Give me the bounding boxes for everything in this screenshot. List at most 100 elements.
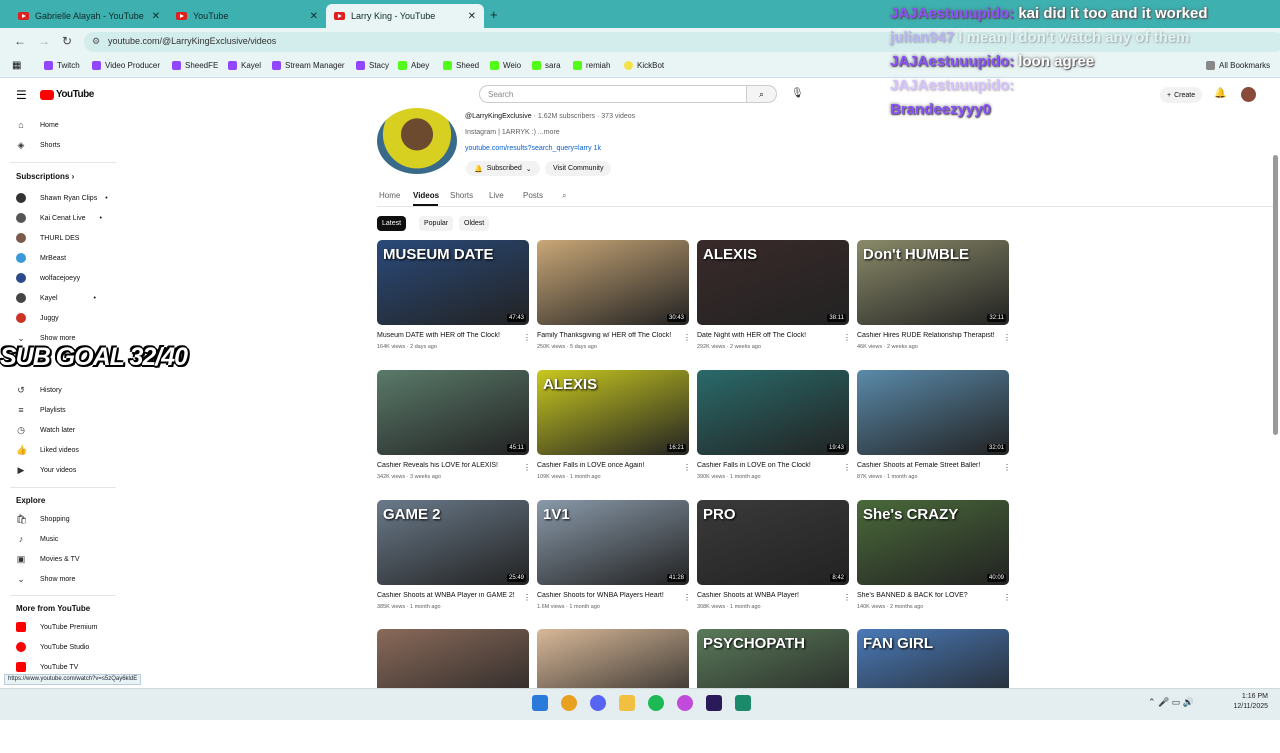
sidebar-item-sub[interactable]: wolfacejoeyy (16, 273, 80, 283)
more-options-icon[interactable]: ⋮ (843, 593, 851, 602)
start-icon[interactable] (532, 695, 548, 711)
video-card[interactable]: GAME 2 25:49 Cashier Shoots at WNBA Player… (377, 500, 531, 624)
chip-oldest[interactable]: Oldest (459, 216, 490, 231)
video-card[interactable]: Don't HUMBLE 32:11 Cashier Hires RUDE Rela… (857, 240, 1011, 364)
video-thumbnail[interactable]: She's CRAZY 40:09 (857, 500, 1009, 585)
sidebar-item-studio[interactable]: YouTube Studio (16, 642, 89, 652)
subscribed-button[interactable]: 🔔 Subscribed ⌄ (466, 161, 540, 176)
video-thumbnail[interactable]: 32:01 (857, 370, 1009, 455)
tab-larry-king[interactable]: Larry King - YouTube ✕ (326, 4, 484, 28)
sidebar-item-sub[interactable]: Kai Cenat Live • (16, 213, 102, 223)
visit-community-button[interactable]: Visit Community (545, 161, 612, 176)
video-title[interactable]: Date Night with HER off The Clock! (697, 332, 837, 339)
reload-icon[interactable]: ↻ (62, 34, 72, 48)
video-card[interactable]: PRO 8:42 Cashier Shoots at WNBA Player! 308… (697, 500, 851, 624)
bookmark-sara[interactable]: sara (532, 61, 561, 70)
url-text[interactable]: youtube.com/@LarryKingExclusive/videos (108, 36, 276, 46)
video-thumbnail[interactable]: MUSEUM DATE 47:43 (377, 240, 529, 325)
more-options-icon[interactable]: ⋮ (523, 593, 531, 602)
sidebar-item-sub[interactable]: Kayel • (16, 293, 96, 303)
system-tray-icons[interactable]: ⌃ 🎤 ▭ 🔊 (1148, 697, 1194, 708)
video-card[interactable]: 1V1 41:28 Cashier Shoots for WNBA Players … (537, 500, 691, 624)
more-options-icon[interactable]: ⋮ (683, 593, 691, 602)
video-thumbnail[interactable]: 1V1 41:28 (537, 500, 689, 585)
search-input[interactable]: Search (479, 85, 747, 103)
video-thumbnail[interactable]: GAME 2 25:49 (377, 500, 529, 585)
video-card[interactable]: She's CRAZY 40:09 She's BANNED & BACK for … (857, 500, 1011, 624)
bookmark-stacy[interactable]: Stacy (356, 61, 389, 70)
bookmark-twitch[interactable]: Twitch (44, 61, 80, 70)
more-options-icon[interactable]: ⋮ (523, 333, 531, 342)
sidebar-item-sub[interactable]: MrBeast (16, 253, 66, 263)
sidebar-item-sub[interactable]: Shawn Ryan Clips • (16, 193, 108, 203)
search-icon[interactable]: ⌕ (562, 191, 566, 201)
sidebar-item-sub[interactable]: Juggy (16, 313, 59, 323)
sidebar-item-playlists[interactable]: ≡ Playlists (16, 405, 65, 415)
video-title[interactable]: Cashier Falls in LOVE once Again! (537, 462, 677, 469)
close-icon[interactable]: ✕ (468, 11, 476, 22)
tab-home[interactable]: Home (379, 191, 400, 200)
bookmark-remiah[interactable]: remiah (573, 61, 610, 70)
site-info-icon[interactable]: ⚙ (92, 36, 100, 47)
tab-posts[interactable]: Posts (523, 191, 543, 200)
sidebar-item-sub[interactable]: THURL DES (16, 233, 79, 243)
all-bookmarks[interactable]: All Bookmarks (1206, 61, 1270, 70)
menu-icon[interactable]: ☰ (16, 88, 27, 102)
notifications-icon[interactable]: 🔔 (1214, 88, 1226, 99)
video-title[interactable]: Museum DATE with HER off The Clock! (377, 332, 517, 339)
video-title[interactable]: She's BANNED & BACK for LOVE? (857, 592, 997, 599)
video-thumbnail[interactable]: 30:43 (537, 240, 689, 325)
video-thumbnail[interactable]: ALEXIS 16:21 (537, 370, 689, 455)
video-thumbnail[interactable]: Don't HUMBLE 32:11 (857, 240, 1009, 325)
video-title[interactable]: Cashier Shoots at Female Street Baller! (857, 462, 997, 469)
sidebar-item-liked[interactable]: 👍 Liked videos (16, 445, 79, 456)
bookmark-video-producer[interactable]: Video Producer (92, 61, 160, 70)
chip-latest[interactable]: Latest (377, 216, 407, 231)
file-explorer-icon[interactable] (619, 695, 635, 711)
tab-youtube[interactable]: YouTube ✕ (168, 4, 326, 28)
bookmark-kickbot[interactable]: KickBot (624, 61, 664, 70)
video-card[interactable]: ALEXIS 38:11 Date Night with HER off The C… (697, 240, 851, 364)
sidebar-item-tv[interactable]: YouTube TV (16, 662, 78, 672)
search-button[interactable]: ⌕ (747, 85, 777, 103)
more-options-icon[interactable]: ⋮ (523, 463, 531, 472)
video-thumbnail[interactable]: PRO 8:42 (697, 500, 849, 585)
bookmark-abey[interactable]: Abey (398, 61, 429, 70)
tab-live[interactable]: Live (489, 191, 504, 200)
clock[interactable]: 1:16 PM 12/11/2025 (1233, 692, 1268, 712)
video-title[interactable]: Cashier Shoots at WNBA Player! (697, 592, 837, 599)
bookmark-sheedfe[interactable]: SheedFE (172, 61, 218, 70)
tab-gabrielle[interactable]: Gabrielle Alayah - YouTube ✕ (10, 4, 168, 28)
chip-popular[interactable]: Popular (419, 216, 454, 231)
discord-icon[interactable] (590, 695, 606, 711)
video-title[interactable]: Family Thanksgiving w/ HER off The Clock… (537, 332, 677, 339)
video-title[interactable]: Cashier Hires RUDE Relationship Therapis… (857, 332, 997, 339)
sidebar-item-shopping[interactable]: 🛍 Shopping (16, 514, 70, 525)
video-card[interactable]: 32:01 Cashier Shoots at Female Street Bal… (857, 370, 1011, 494)
back-icon[interactable]: ← (14, 34, 26, 48)
video-thumbnail[interactable]: ALEXIS 38:11 (697, 240, 849, 325)
more-options-icon[interactable]: ⋮ (683, 463, 691, 472)
video-card[interactable]: ALEXIS 16:21 Cashier Falls in LOVE once Ag… (537, 370, 691, 494)
mic-icon[interactable]: 🎙 (791, 88, 804, 99)
sidebar-item-shorts[interactable]: ◈ Shorts (16, 140, 61, 151)
more-options-icon[interactable]: ⋮ (1003, 593, 1011, 602)
tab-shorts[interactable]: Shorts (450, 191, 473, 200)
sidebar-item-home[interactable]: ⌂ Home (16, 120, 58, 130)
sidebar-item-premium[interactable]: YouTube Premium (16, 622, 97, 632)
forward-icon[interactable]: → (38, 34, 50, 48)
create-button[interactable]: + Create (1160, 87, 1203, 103)
show-more-explore[interactable]: ⌄ Show more (16, 574, 75, 585)
bookmark-sheed[interactable]: Sheed (443, 61, 479, 70)
youtube-logo[interactable]: YouTube (40, 89, 94, 100)
channel-avatar[interactable] (377, 108, 457, 174)
sidebar-item-music[interactable]: ♪ Music (16, 534, 59, 544)
bookmark-stream-manager[interactable]: Stream Manager (272, 61, 345, 70)
premiere-icon[interactable] (706, 695, 722, 711)
more-options-icon[interactable]: ⋮ (1003, 463, 1011, 472)
video-title[interactable]: Cashier Falls in LOVE on The Clock! (697, 462, 837, 469)
video-title[interactable]: Cashier Shoots at WNBA Player in GAME 2! (377, 592, 517, 599)
chrome-icon[interactable] (561, 695, 577, 711)
more-options-icon[interactable]: ⋮ (1003, 333, 1011, 342)
bookmark-kayel[interactable]: Kayel (228, 61, 261, 70)
